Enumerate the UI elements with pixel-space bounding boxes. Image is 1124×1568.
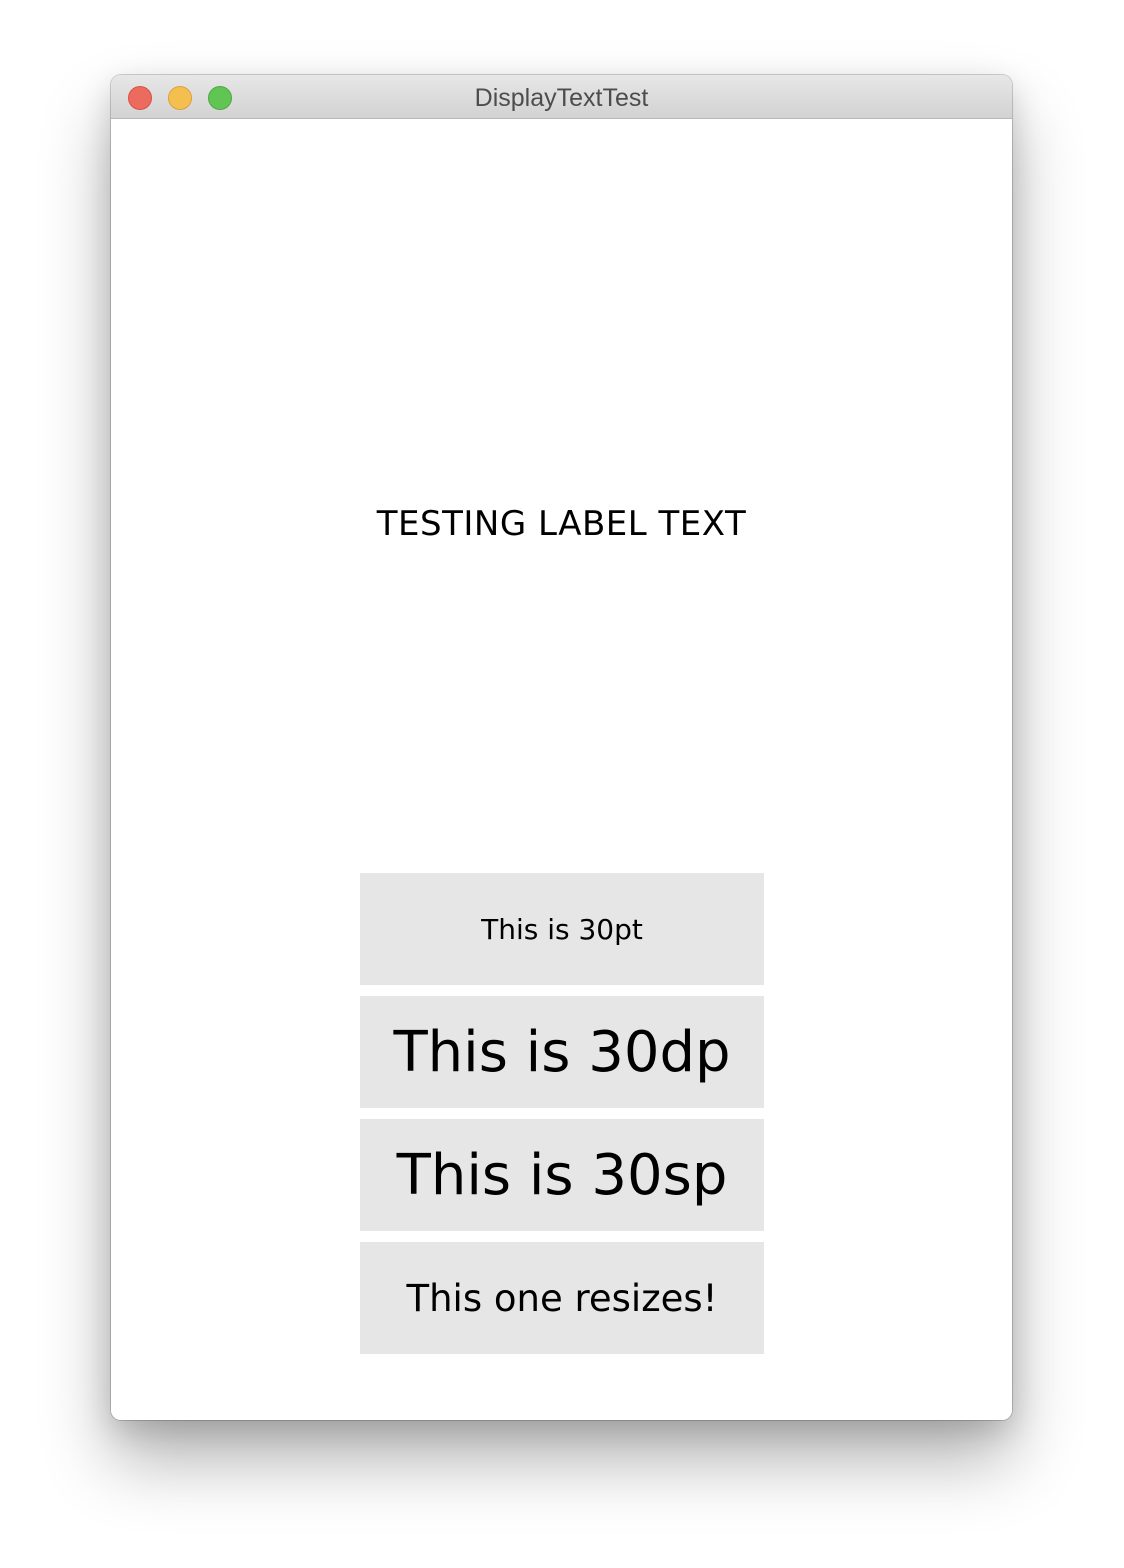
title-bar[interactable]: DisplayTextTest (111, 75, 1012, 119)
button-30pt[interactable]: This is 30pt (360, 873, 764, 985)
testing-label: TESTING LABEL TEXT (376, 504, 747, 544)
button-resizes[interactable]: This one resizes! (360, 1242, 764, 1354)
button-30dp[interactable]: This is 30dp (360, 996, 764, 1108)
window-content: TESTING LABEL TEXT This is 30pt This is … (111, 119, 1012, 1420)
app-window: DisplayTextTest TESTING LABEL TEXT This … (111, 75, 1012, 1420)
button-30sp[interactable]: This is 30sp (360, 1119, 764, 1231)
window-title: DisplayTextTest (474, 84, 649, 112)
